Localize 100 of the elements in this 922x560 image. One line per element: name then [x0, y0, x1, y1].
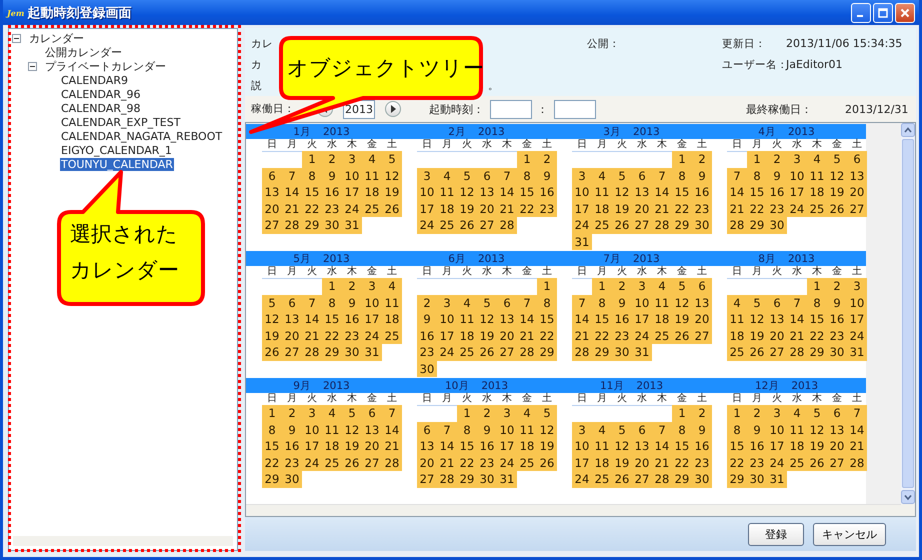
day-cell[interactable]: 14: [437, 438, 457, 454]
vertical-scrollbar[interactable]: [901, 123, 915, 504]
day-cell[interactable]: 7: [382, 405, 402, 422]
day-cell[interactable]: 1: [727, 405, 747, 422]
day-cell[interactable]: 21: [302, 328, 322, 344]
day-cell[interactable]: 18: [437, 200, 457, 217]
day-cell[interactable]: 22: [592, 328, 612, 344]
day-cell[interactable]: 12: [457, 184, 477, 200]
day-cell[interactable]: 5: [537, 405, 557, 422]
day-cell[interactable]: 29: [262, 471, 282, 488]
day-cell[interactable]: 4: [592, 168, 612, 184]
day-cell[interactable]: 23: [827, 328, 847, 344]
day-cell[interactable]: 21: [727, 200, 747, 217]
tree-item[interactable]: 公開カレンダー: [44, 46, 123, 58]
day-cell[interactable]: 7: [437, 422, 457, 438]
day-cell[interactable]: 19: [537, 438, 557, 454]
day-cell[interactable]: 14: [847, 422, 867, 438]
day-cell[interactable]: 10: [572, 184, 592, 200]
day-cell[interactable]: 26: [457, 217, 477, 234]
day-cell[interactable]: 22: [672, 454, 692, 471]
day-cell[interactable]: 19: [827, 184, 847, 200]
day-cell[interactable]: 24: [847, 328, 867, 344]
day-cell[interactable]: 20: [477, 200, 497, 217]
day-cell[interactable]: 13: [847, 168, 867, 184]
day-cell[interactable]: 28: [382, 454, 402, 471]
day-cell[interactable]: 29: [537, 344, 557, 360]
day-cell[interactable]: 22: [727, 454, 747, 471]
day-cell[interactable]: 25: [517, 454, 537, 471]
hour-field[interactable]: [490, 100, 532, 118]
day-cell[interactable]: 12: [612, 438, 632, 454]
day-cell[interactable]: 18: [457, 328, 477, 344]
day-cell[interactable]: 19: [672, 311, 692, 328]
day-cell[interactable]: 31: [847, 344, 867, 360]
day-cell[interactable]: 26: [262, 344, 282, 360]
day-cell[interactable]: 24: [572, 471, 592, 488]
day-cell[interactable]: 15: [592, 311, 612, 328]
day-cell[interactable]: 2: [417, 294, 437, 311]
day-cell[interactable]: 14: [787, 311, 807, 328]
day-cell[interactable]: 18: [322, 438, 342, 454]
day-cell[interactable]: 16: [537, 184, 557, 200]
day-cell[interactable]: 19: [342, 438, 362, 454]
day-cell[interactable]: 5: [672, 278, 692, 294]
day-cell[interactable]: 12: [382, 168, 402, 184]
day-cell[interactable]: 24: [342, 200, 362, 217]
day-cell[interactable]: 29: [672, 217, 692, 234]
day-cell[interactable]: 25: [457, 344, 477, 360]
day-cell[interactable]: 10: [767, 422, 787, 438]
day-cell[interactable]: 13: [632, 438, 652, 454]
day-cell[interactable]: 30: [747, 471, 767, 488]
day-cell[interactable]: 8: [262, 422, 282, 438]
day-cell[interactable]: 19: [262, 328, 282, 344]
day-cell[interactable]: 1: [302, 151, 322, 168]
day-cell[interactable]: 15: [672, 184, 692, 200]
day-cell[interactable]: 24: [767, 454, 787, 471]
day-cell[interactable]: 9: [827, 294, 847, 311]
day-cell[interactable]: 19: [382, 184, 402, 200]
day-cell[interactable]: 15: [727, 438, 747, 454]
day-cell[interactable]: 17: [497, 438, 517, 454]
day-cell[interactable]: 1: [262, 405, 282, 422]
day-cell[interactable]: 15: [672, 438, 692, 454]
day-cell[interactable]: 28: [847, 454, 867, 471]
day-cell[interactable]: 15: [457, 438, 477, 454]
day-cell[interactable]: 6: [362, 405, 382, 422]
day-cell[interactable]: 12: [612, 184, 632, 200]
day-cell[interactable]: 5: [457, 168, 477, 184]
day-cell[interactable]: 25: [807, 200, 827, 217]
day-cell[interactable]: 18: [807, 184, 827, 200]
day-cell[interactable]: 28: [497, 217, 517, 234]
day-cell[interactable]: 22: [302, 200, 322, 217]
day-cell[interactable]: 17: [437, 328, 457, 344]
day-cell[interactable]: 26: [747, 344, 767, 360]
day-cell[interactable]: 9: [477, 422, 497, 438]
day-cell[interactable]: 1: [592, 278, 612, 294]
day-cell[interactable]: 11: [592, 438, 612, 454]
day-cell[interactable]: 12: [342, 422, 362, 438]
day-cell[interactable]: 7: [727, 168, 747, 184]
tree-item[interactable]: カレンダー: [28, 32, 85, 44]
day-cell[interactable]: 3: [572, 168, 592, 184]
day-cell[interactable]: 15: [322, 311, 342, 328]
day-cell[interactable]: 14: [652, 438, 672, 454]
next-year-button[interactable]: [385, 101, 401, 117]
tree-item[interactable]: CALENDAR_EXP_TEST: [60, 116, 182, 128]
horizontal-scrollbar[interactable]: [246, 504, 901, 516]
day-cell[interactable]: 8: [302, 168, 322, 184]
tree-item[interactable]: TOUNYU_CALENDAR: [60, 158, 174, 170]
day-cell[interactable]: 16: [417, 328, 437, 344]
day-cell[interactable]: 26: [477, 344, 497, 360]
maximize-button[interactable]: [873, 2, 893, 22]
day-cell[interactable]: 11: [787, 422, 807, 438]
day-cell[interactable]: 17: [362, 311, 382, 328]
day-cell[interactable]: 21: [497, 200, 517, 217]
day-cell[interactable]: 22: [322, 328, 342, 344]
day-cell[interactable]: 22: [807, 328, 827, 344]
day-cell[interactable]: 2: [612, 278, 632, 294]
day-cell[interactable]: 24: [497, 454, 517, 471]
day-cell[interactable]: 11: [362, 168, 382, 184]
day-cell[interactable]: 30: [322, 217, 342, 234]
day-cell[interactable]: 3: [302, 405, 322, 422]
day-cell[interactable]: 16: [747, 438, 767, 454]
day-cell[interactable]: 4: [592, 422, 612, 438]
